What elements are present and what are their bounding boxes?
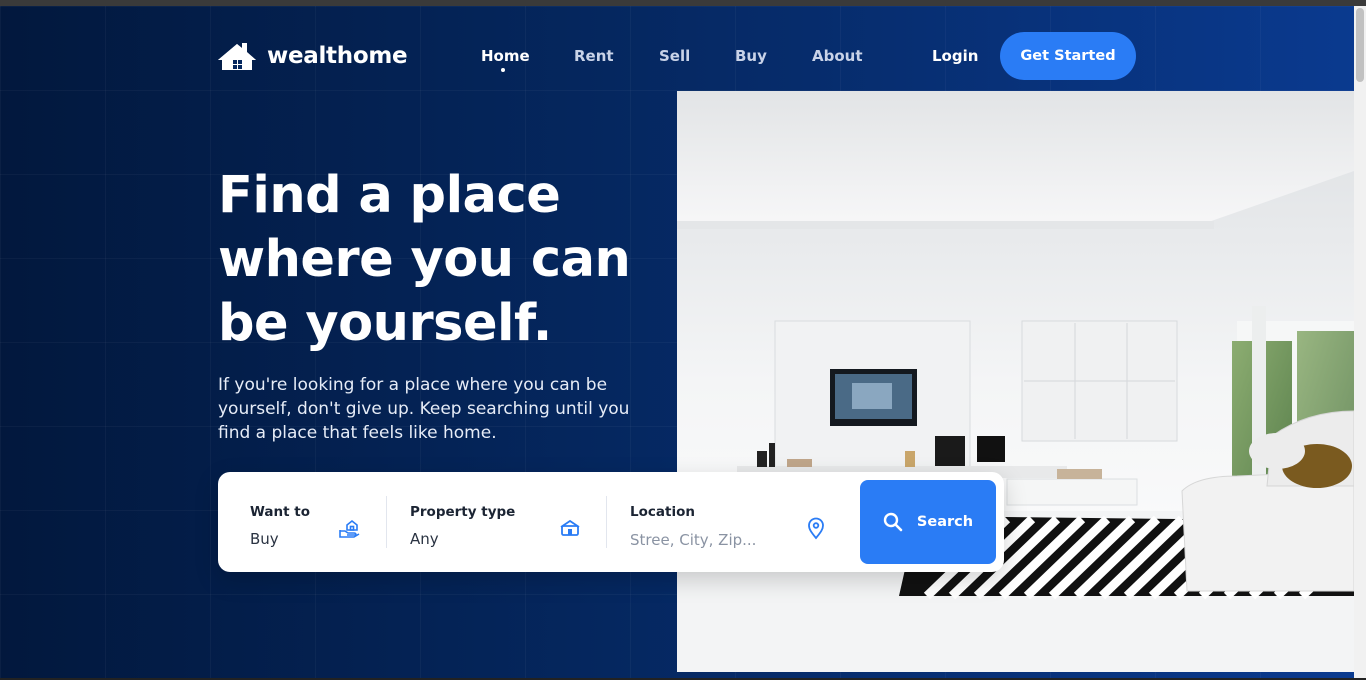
search-button[interactable]: Search [860,480,996,564]
nav-item-sell[interactable]: Sell [659,47,690,65]
want-to-value[interactable]: Buy [250,530,279,548]
hero-headline: Find a place where you can be yourself. [218,166,631,353]
hero-photo [677,91,1354,672]
field-divider [386,496,387,548]
search-button-label: Search [916,514,974,530]
get-started-button[interactable]: Get Started [1000,32,1136,80]
house-icon [560,519,580,536]
property-search-bar: Want to Buy Property type Any Location S… [218,472,1004,572]
browser-bottom-bar [0,678,1366,687]
hero-subtext: If you're looking for a place where you … [218,375,630,443]
map-pin-icon [808,517,824,540]
nav-item-about[interactable]: About [812,47,863,65]
location-label: Location [630,504,695,520]
nav-item-rent[interactable]: Rent [574,47,614,65]
nav-item-buy[interactable]: Buy [735,47,767,65]
page-scrollbar[interactable] [1354,6,1366,678]
property-type-label: Property type [410,504,516,520]
field-divider [606,496,607,548]
house-logo-icon [218,43,256,70]
want-to-label: Want to [250,504,311,520]
search-icon [883,512,903,532]
property-type-value[interactable]: Any [410,530,439,548]
hand-house-icon [339,519,360,538]
nav-item-home[interactable]: Home [481,47,530,65]
location-input[interactable]: Stree, City, Zip... [630,531,756,549]
brand-name: wealthome [267,43,408,69]
login-link[interactable]: Login [932,47,978,65]
brand-logo[interactable]: wealthome [218,42,408,70]
nav-active-indicator [501,68,505,72]
scrollbar-thumb[interactable] [1356,8,1364,82]
